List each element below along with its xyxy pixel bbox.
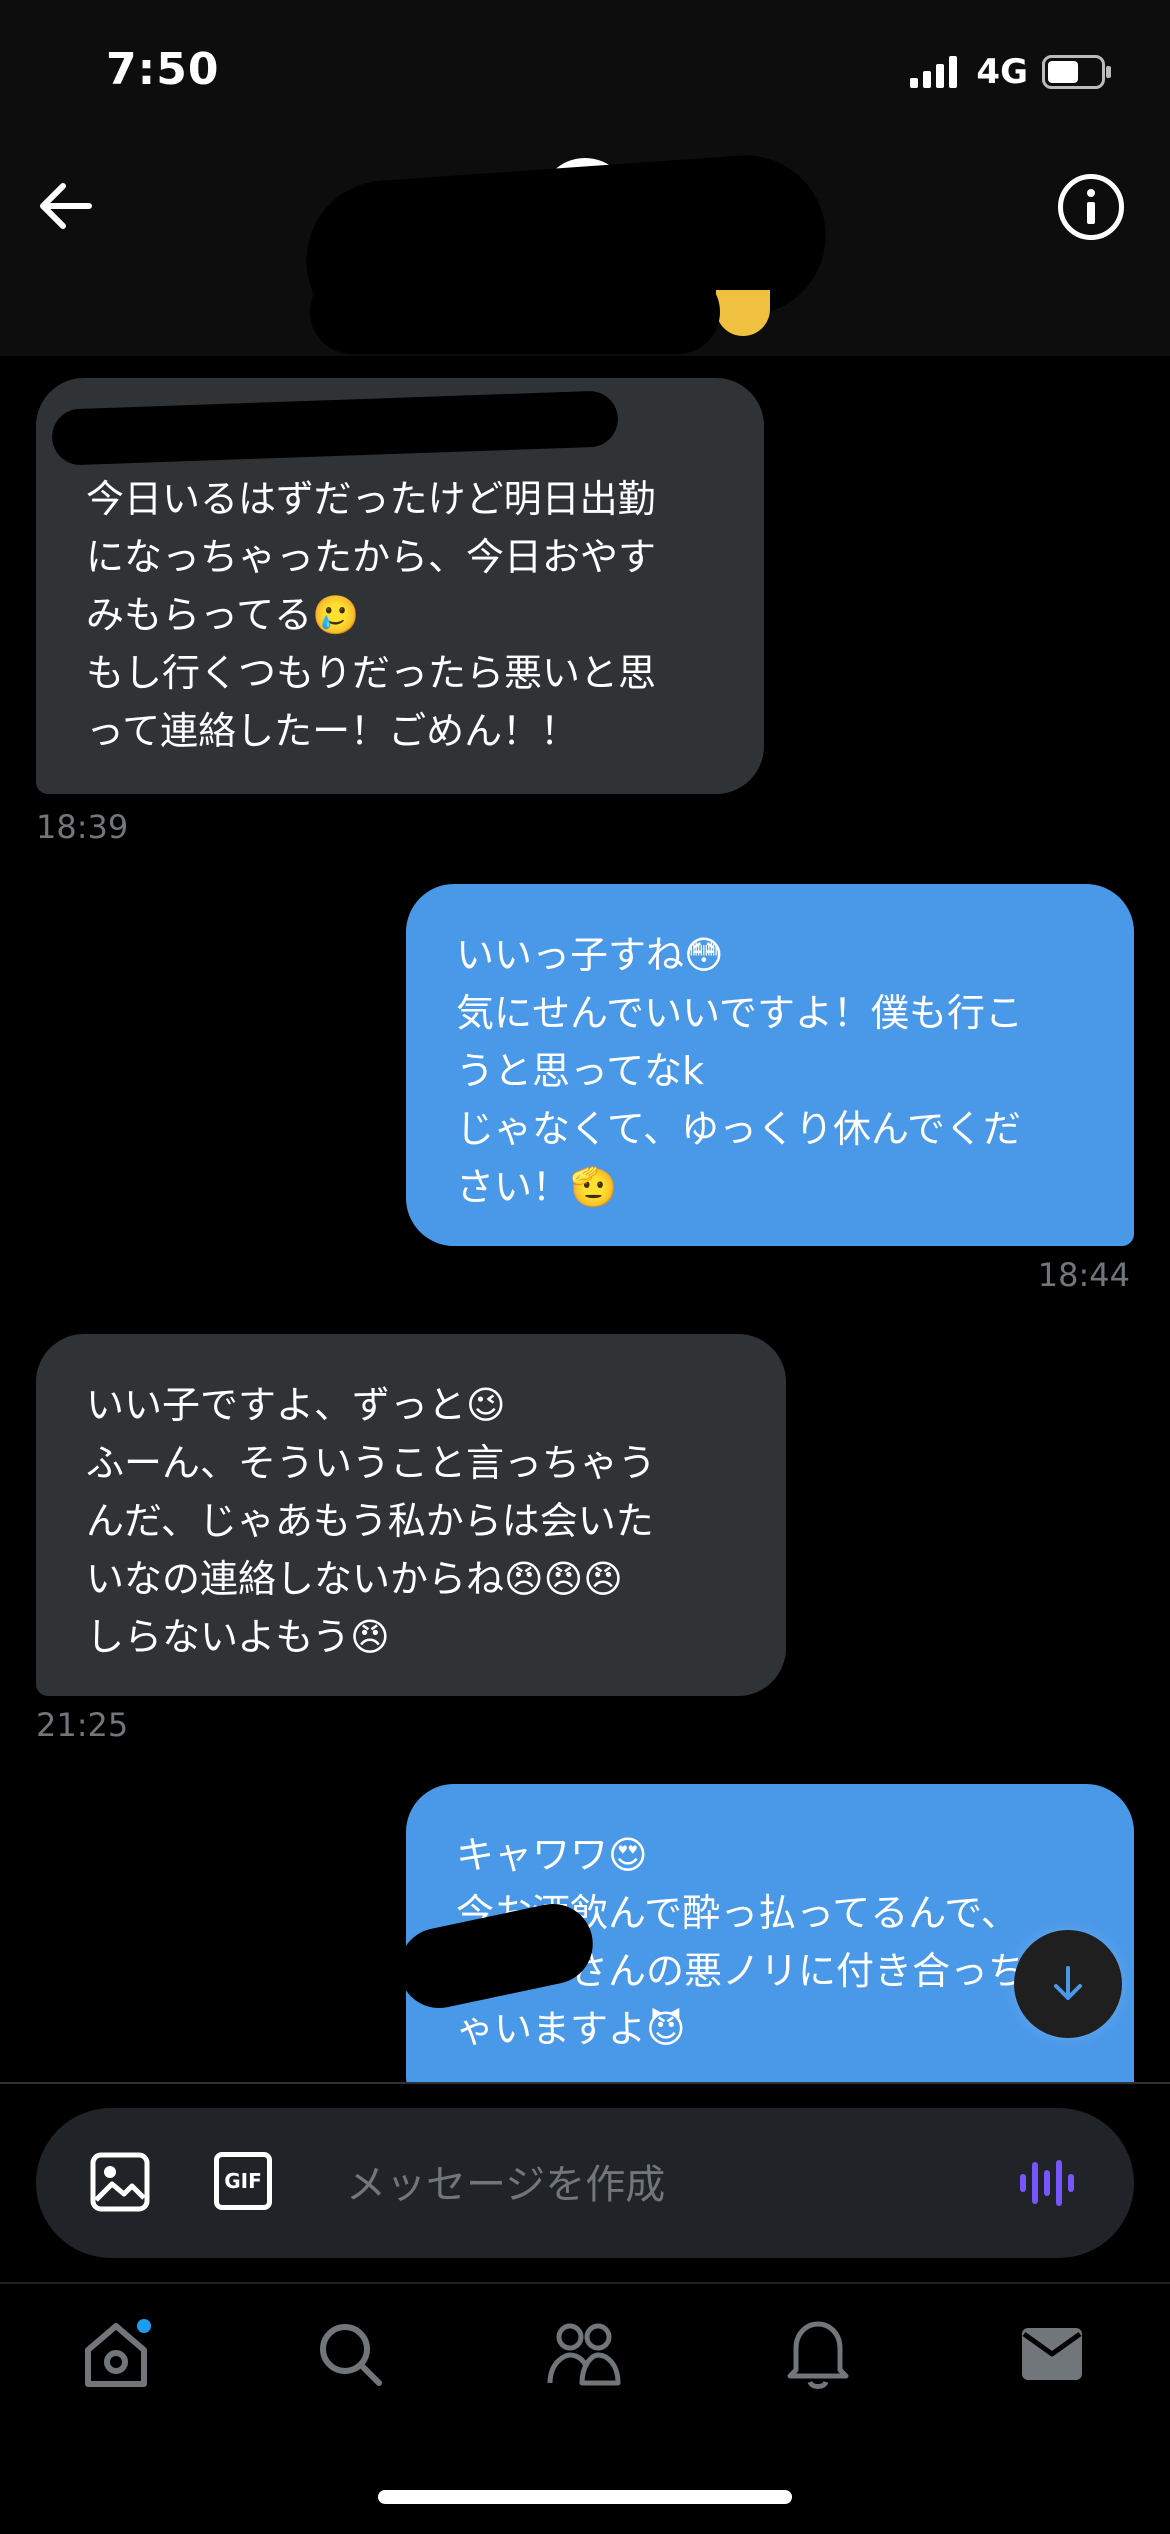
info-button[interactable] [1058,174,1124,240]
home-icon [85,2319,151,2387]
nav-home[interactable] [76,2314,156,2394]
image-button[interactable] [90,2152,150,2216]
arrow-left-icon [40,183,92,229]
image-icon [90,2152,150,2212]
message-input[interactable]: メッセージを作成 [346,2152,665,2210]
voice-icon [1020,2160,1074,2206]
signal-icon [910,56,958,88]
battery-icon [1042,55,1111,89]
info-icon [1087,189,1095,224]
status-indicators: 4G [910,52,1112,92]
back-button[interactable] [30,176,100,236]
communities-icon [547,2323,621,2386]
nav-communities[interactable] [544,2314,624,2394]
message-timestamp: 18:44 [1037,1256,1130,1294]
message-timestamp: 18:39 [36,808,129,846]
nav-search[interactable] [310,2314,390,2394]
scroll-to-bottom-button[interactable] [1014,1930,1122,2038]
message-bubble-received[interactable]: いい子ですよ、ずっと😉 ふーん、そういうこと言っちゃう んだ、じゃあもう私からは… [36,1334,786,1696]
message-bubble-sent[interactable]: いいっ子すね😳 気にせんでいいですよ！僕も行こ うと思ってなk じゃなくて、ゆっ… [406,884,1134,1246]
messages-icon [1022,2328,1082,2380]
message-timestamp: 21:25 [36,1706,129,1744]
home-indicator [378,2490,792,2504]
nav-messages[interactable] [1012,2314,1092,2394]
gif-button[interactable]: GIF [214,2152,272,2210]
nav-notifications[interactable] [778,2314,858,2394]
arrow-down-icon [1054,1966,1082,2000]
network-type: 4G [976,52,1028,92]
redacted-profile-name [310,270,720,354]
search-icon [320,2324,382,2386]
gif-label: GIF [224,2169,262,2193]
voice-button[interactable] [1018,2158,1078,2212]
status-time: 7:50 [106,44,220,95]
notifications-icon [787,2321,849,2389]
